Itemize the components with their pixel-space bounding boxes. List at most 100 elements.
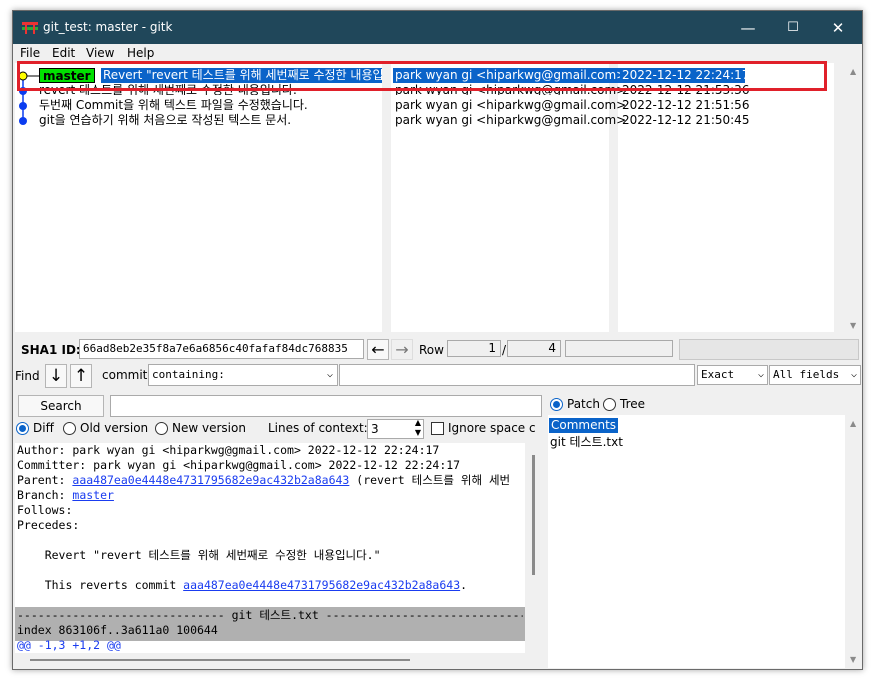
precedes-line: Precedes: <box>17 518 80 532</box>
context-value: 3 <box>371 422 379 436</box>
sha1-field[interactable]: 66ad8eb2e35f8a7e6a6856c40fafaf84dc768835 <box>79 339 364 359</box>
arrow-down-icon: ↓ <box>48 366 64 386</box>
find-match-value: Exact <box>701 368 735 381</box>
menu-edit[interactable]: Edit <box>52 46 75 60</box>
commit-dot[interactable] <box>19 102 27 110</box>
find-input[interactable] <box>339 364 695 386</box>
diff-file-header: ------------------------------ git 테스트.t… <box>17 608 523 622</box>
diff-hunk-line: @@ -1,3 +1,2 @@ <box>17 638 121 652</box>
find-commit-label: commit <box>102 368 148 382</box>
new-version-label: New version <box>172 421 246 435</box>
details-vscrollbar[interactable] <box>525 443 547 653</box>
context-label: Lines of context: <box>268 421 368 435</box>
follows-line: Follows: <box>17 503 73 517</box>
search-input[interactable] <box>110 395 542 417</box>
find-label: Find <box>15 369 40 383</box>
author-line: Author: park wyan gi <hiparkwg@gmail.com… <box>17 443 440 457</box>
reverts-label: This reverts commit <box>17 578 184 592</box>
chevron-down-icon: ⌵ <box>850 369 857 380</box>
menu-view[interactable]: View <box>86 46 114 60</box>
committer-line: Committer: park wyan gi <hiparkwg@gmail.… <box>17 458 461 472</box>
reverts-line: This reverts commit aaa487ea0e4448e47317… <box>17 578 467 593</box>
row-current: 1 <box>447 340 501 357</box>
status-field <box>679 339 859 360</box>
tree-radio[interactable] <box>603 398 616 411</box>
search-button[interactable]: Search <box>18 395 104 417</box>
chevron-down-icon: ⌵ <box>757 369 764 380</box>
scroll-up-icon[interactable]: ▲ <box>850 419 856 428</box>
commit-date[interactable]: 2022-12-12 21:50:45 <box>622 113 749 128</box>
row-label: Row <box>419 343 444 357</box>
diff-index-line: index 863106f..3a611a0 100644 <box>17 623 218 637</box>
forward-button[interactable]: → <box>391 339 413 360</box>
ignore-space-checkbox[interactable] <box>431 422 444 435</box>
menu-bar: File Edit View Help <box>13 44 862 62</box>
commit-author[interactable]: park wyan gi <hiparkwg@gmail.com> <box>395 98 626 113</box>
patch-radio[interactable] <box>550 398 563 411</box>
minimize-button[interactable]: — <box>725 11 771 44</box>
ignore-space-label: Ignore space ch <box>448 421 536 435</box>
commit-subject[interactable]: git을 연습하기 위해 처음으로 작성된 텍스트 문서. <box>39 113 291 128</box>
parent-subject: (revert 테스트를 위해 세번 <box>349 473 511 487</box>
find-fields-select[interactable]: All fields ⌵ <box>769 365 861 385</box>
diff-label: Diff <box>33 421 54 435</box>
commit-subject[interactable]: 두번째 Commit을 위해 텍스트 파일을 수정했습니다. <box>39 98 308 113</box>
find-prev-button[interactable]: ↑ <box>70 364 92 388</box>
file-list-pane[interactable]: Comments git 테스트.txt <box>548 415 845 668</box>
find-fields-value: All fields <box>773 368 840 381</box>
parent-line: Parent: aaa487ea0e4448e4731795682e9ac432… <box>17 473 510 488</box>
find-mode-value: containing: <box>152 368 225 381</box>
details-hscroll-thumb[interactable] <box>30 659 410 661</box>
find-next-button[interactable]: ↓ <box>45 364 67 388</box>
close-icon: ✕ <box>831 18 845 37</box>
sha1-label: SHA1 ID: <box>21 343 81 357</box>
arrow-left-icon: ← <box>371 340 385 359</box>
maximize-button[interactable]: ☐ <box>770 11 816 44</box>
patch-label: Patch <box>567 397 600 411</box>
commit-details-pane[interactable]: Author: park wyan gi <hiparkwg@gmail.com… <box>15 443 525 653</box>
progress-field <box>565 340 673 357</box>
reverts-sha-link[interactable]: aaa487ea0e4448e4731795682e9ac432b2a8a643 <box>183 578 460 592</box>
menu-file[interactable]: File <box>20 46 40 60</box>
window-title: git_test: master - gitk <box>43 20 173 34</box>
title-bar[interactable]: git_test: master - gitk — ☐ ✕ <box>13 11 862 44</box>
old-version-radio[interactable] <box>63 422 76 435</box>
branch-label: Branch: <box>17 488 73 502</box>
minimize-icon: — <box>740 18 756 37</box>
commit-author[interactable]: park wyan gi <hiparkwg@gmail.com> <box>395 113 626 128</box>
commit-message: Revert "revert 테스트를 위해 세번째로 수정한 내용입니다." <box>17 548 381 562</box>
find-match-select[interactable]: Exact ⌵ <box>697 365 768 385</box>
scroll-up-icon[interactable]: ▲ <box>850 67 856 76</box>
back-button[interactable]: ← <box>367 339 389 360</box>
context-spinbox[interactable]: 3 ▲ ▼ <box>367 419 424 439</box>
gitk-window: git_test: master - gitk — ☐ ✕ File Edit … <box>12 10 863 670</box>
branch-line: Branch: master <box>17 488 114 503</box>
row-separator: / <box>502 343 507 357</box>
chevron-down-icon: ⌵ <box>326 369 333 380</box>
tree-label: Tree <box>620 397 646 411</box>
scroll-down-icon[interactable]: ▼ <box>850 321 856 330</box>
menu-help[interactable]: Help <box>127 46 154 60</box>
file-list-scrollbar[interactable]: ▲ ▼ <box>846 415 861 668</box>
parent-sha-link[interactable]: aaa487ea0e4448e4731795682e9ac432b2a8a643 <box>72 473 349 487</box>
arrow-right-icon: → <box>395 340 409 359</box>
find-mode-select[interactable]: containing: ⌵ <box>148 364 338 386</box>
commit-date[interactable]: 2022-12-12 21:51:56 <box>622 98 749 113</box>
details-vscroll-thumb[interactable] <box>532 455 535 575</box>
file-list-item[interactable]: git 테스트.txt <box>550 435 623 450</box>
branch-link[interactable]: master <box>72 488 114 502</box>
new-version-radio[interactable] <box>155 422 168 435</box>
commit-list-scrollbar[interactable]: ▲ ▼ <box>846 63 861 332</box>
close-button[interactable]: ✕ <box>815 11 861 44</box>
scroll-down-icon[interactable]: ▼ <box>850 655 856 664</box>
file-list-header[interactable]: Comments <box>549 418 619 433</box>
highlight-annotation-box <box>17 61 827 91</box>
parent-label: Parent: <box>17 473 73 487</box>
commit-dot[interactable] <box>19 117 27 125</box>
diff-radio[interactable] <box>16 422 29 435</box>
row-total: 4 <box>507 340 561 357</box>
spinner-icon[interactable]: ▲ ▼ <box>415 420 421 438</box>
arrow-up-icon: ↑ <box>73 366 89 386</box>
details-hscrollbar[interactable] <box>15 653 547 668</box>
maximize-icon: ☐ <box>787 20 799 35</box>
